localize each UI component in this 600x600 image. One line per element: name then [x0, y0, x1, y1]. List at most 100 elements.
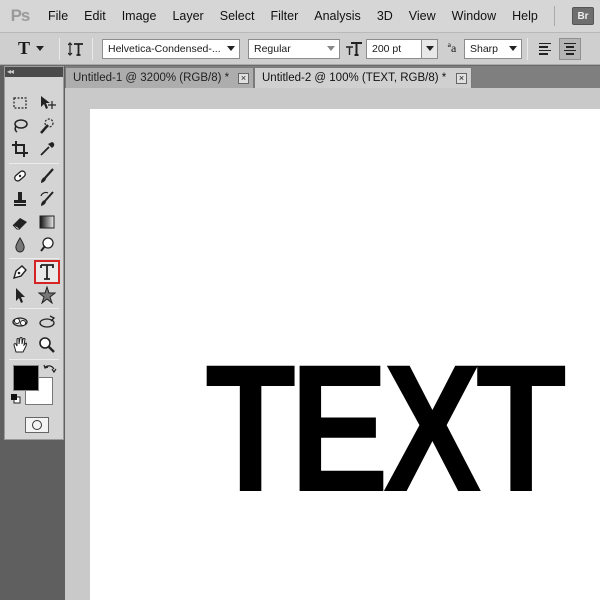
rectangular-marquee-tool[interactable] [9, 93, 31, 113]
menu-select[interactable]: Select [212, 9, 263, 23]
quick-mask-button[interactable] [25, 417, 49, 433]
history-brush-icon [40, 191, 54, 206]
stamp-icon [14, 192, 26, 206]
menu-help[interactable]: Help [504, 9, 546, 23]
tools-divider [9, 359, 59, 360]
3d-orbit-icon [39, 315, 56, 328]
hand-icon [13, 337, 27, 353]
history-brush-tool[interactable] [36, 189, 58, 209]
gradient-tool[interactable] [36, 212, 58, 232]
hand-tool[interactable] [9, 335, 31, 355]
tab-label: Untitled-2 @ 100% (TEXT, RGB/8) * [262, 72, 447, 84]
dodge-tool[interactable] [36, 235, 58, 255]
marquee-icon [13, 97, 27, 109]
3d-rotate-tool[interactable] [9, 312, 31, 332]
menu-bar: Ps File Edit Image Layer Select Filter A… [0, 0, 600, 33]
align-left-icon-line [539, 53, 548, 55]
tab-label: Untitled-1 @ 3200% (RGB/8) * [73, 72, 230, 84]
tools-divider [9, 258, 59, 259]
font-size-icon [344, 41, 364, 57]
menu-divider [554, 6, 568, 26]
photoshop-logo: Ps [10, 6, 31, 25]
align-left-icon-line [539, 46, 548, 48]
document-canvas[interactable]: TEXT [90, 109, 600, 600]
tab-untitled-2[interactable]: Untitled-2 @ 100% (TEXT, RGB/8) * × [254, 67, 472, 88]
options-divider [92, 37, 93, 60]
lasso-tool[interactable] [9, 116, 31, 136]
brush-tool[interactable] [36, 166, 58, 186]
menu-file[interactable]: File [40, 9, 76, 23]
lasso-icon [14, 119, 28, 133]
chevron-down-icon [327, 46, 335, 51]
type-icon [40, 264, 54, 280]
align-center-button[interactable] [559, 37, 581, 60]
horizontal-type-tool[interactable] [34, 260, 60, 284]
healing-brush-icon [14, 170, 26, 182]
3d-orbit-tool[interactable] [36, 312, 58, 332]
move-icon [41, 96, 56, 109]
font-family-dropdown[interactable]: Helvetica-Condensed-... [102, 38, 240, 59]
eraser-tool[interactable] [9, 212, 31, 232]
clone-stamp-tool[interactable] [9, 189, 31, 209]
blur-drop-icon [15, 237, 25, 253]
menu-3d[interactable]: 3D [369, 9, 401, 23]
move-tool[interactable] [36, 93, 58, 113]
crop-tool[interactable] [9, 139, 31, 159]
menu-edit[interactable]: Edit [76, 9, 114, 23]
chevron-down-icon [227, 46, 235, 51]
text-layer-content[interactable]: TEXT [205, 337, 567, 519]
eyedropper-icon [40, 142, 55, 156]
font-family-value: Helvetica-Condensed-... [108, 42, 221, 55]
brush-icon [41, 168, 54, 183]
collapse-panel-button[interactable]: ◂◂ [5, 67, 63, 77]
chevron-down-icon [509, 46, 517, 51]
font-size-field[interactable]: 200 pt [366, 38, 438, 59]
tool-preset-picker[interactable]: T [8, 38, 54, 60]
quick-mask-icon [32, 420, 42, 430]
toggle-text-orientation-button[interactable] [65, 38, 87, 60]
font-style-dropdown[interactable]: Regular [248, 38, 340, 59]
spot-healing-brush-tool[interactable] [9, 166, 31, 186]
foreground-color-swatch[interactable] [13, 365, 39, 391]
menu-filter[interactable]: Filter [262, 9, 306, 23]
anti-alias-value: Sharp [470, 42, 499, 55]
quick-selection-tool[interactable] [36, 116, 58, 136]
tools-divider [9, 308, 59, 309]
zoom-tool[interactable] [36, 335, 58, 355]
pen-tool[interactable] [9, 262, 31, 282]
document-tab-bar: Untitled-1 @ 3200% (RGB/8) * × Untitled-… [65, 66, 600, 88]
custom-shape-tool[interactable] [36, 285, 58, 305]
dodge-icon [40, 237, 54, 252]
font-size-dropdown-button[interactable] [421, 39, 437, 58]
anti-alias-dropdown[interactable]: Sharp [464, 38, 522, 59]
menu-analysis[interactable]: Analysis [306, 9, 369, 23]
pen-icon [12, 265, 27, 280]
type-tool-icon: T [17, 38, 30, 58]
menu-layer[interactable]: Layer [164, 9, 211, 23]
swap-colors-icon[interactable] [43, 363, 57, 377]
close-icon[interactable]: × [238, 72, 249, 84]
align-left-icon-line [539, 49, 551, 51]
default-colors-icon[interactable] [11, 394, 21, 404]
eyedropper-tool[interactable] [36, 139, 58, 159]
tab-untitled-1[interactable]: Untitled-1 @ 3200% (RGB/8) * × [65, 67, 254, 88]
menu-image[interactable]: Image [114, 9, 165, 23]
document-workspace[interactable]: TEXT [65, 88, 600, 600]
menu-view[interactable]: View [401, 9, 444, 23]
align-left-button[interactable] [535, 38, 557, 60]
tools-divider [9, 163, 59, 164]
options-divider [527, 37, 528, 60]
quick-selection-icon [40, 118, 54, 134]
bridge-button[interactable]: Br [572, 7, 594, 25]
path-selection-tool[interactable] [9, 285, 31, 305]
blur-tool[interactable] [9, 235, 31, 255]
align-center-icon-line [566, 46, 574, 48]
close-icon[interactable]: × [456, 72, 467, 84]
menu-window[interactable]: Window [444, 9, 504, 23]
path-selection-icon [16, 288, 25, 303]
text-orientation-icon [68, 41, 83, 56]
gradient-icon [39, 215, 55, 229]
align-left-icon [539, 42, 551, 44]
3d-rotate-icon [12, 317, 28, 327]
chevron-down-icon [36, 46, 44, 51]
